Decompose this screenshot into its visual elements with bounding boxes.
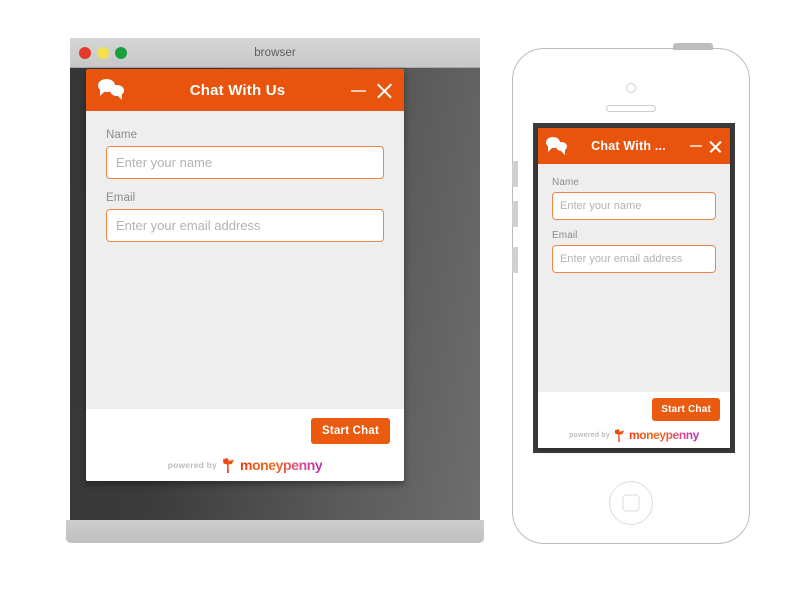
name-field-group: Name	[552, 177, 716, 220]
phone-earpiece-speaker	[606, 105, 656, 112]
phone-power-button[interactable]	[673, 43, 713, 50]
email-input[interactable]	[552, 245, 716, 273]
close-window-button[interactable]	[79, 47, 91, 59]
name-input[interactable]	[552, 192, 716, 220]
moneypenny-bird-logo-icon	[614, 428, 625, 442]
close-icon[interactable]	[375, 81, 394, 100]
chat-form-body-mobile: Name Email	[538, 164, 730, 392]
name-field-label: Name	[106, 129, 138, 141]
minimize-window-button[interactable]	[97, 47, 109, 59]
window-traffic-lights	[79, 47, 127, 59]
powered-by-label: powered by	[167, 460, 217, 470]
phone-silent-switch[interactable]	[512, 161, 518, 187]
browser-window-title: browser	[254, 46, 296, 59]
email-field-group: Email	[552, 230, 716, 273]
chat-footer-desktop: Start Chat powered by moneypenny	[86, 409, 404, 481]
browser-base-bar	[66, 520, 484, 543]
email-input[interactable]	[106, 209, 384, 242]
chat-title-mobile: Chat With ...	[591, 139, 666, 153]
chat-footer-mobile: Start Chat powered by moneypenny	[538, 392, 730, 448]
moneypenny-bird-logo-icon	[222, 457, 235, 473]
chat-bubbles-icon	[546, 137, 567, 155]
email-field-label: Email	[106, 192, 136, 204]
minimize-icon[interactable]	[690, 137, 702, 155]
phone-screen: Chat With ... Name Email	[533, 123, 735, 453]
powered-by-label: powered by	[569, 431, 610, 439]
minimize-icon[interactable]	[351, 81, 366, 99]
name-input[interactable]	[106, 146, 384, 179]
phone-home-button[interactable]	[609, 481, 653, 525]
name-field-group: Name	[106, 129, 384, 179]
chat-header-desktop: Chat With Us	[86, 69, 404, 111]
chat-header-controls-mobile	[690, 137, 723, 155]
moneypenny-wordmark: moneypenny	[628, 428, 699, 442]
moneypenny-wordmark: moneypenny	[239, 457, 323, 473]
close-icon[interactable]	[708, 138, 723, 154]
phone-body: Chat With ... Name Email	[512, 43, 750, 544]
phone-volume-up-button[interactable]	[512, 201, 518, 227]
zoom-window-button[interactable]	[115, 47, 127, 59]
phone-device-mockup: Chat With ... Name Email	[504, 43, 750, 544]
chat-bubbles-icon	[98, 79, 124, 101]
chat-header-controls-desktop	[351, 81, 394, 100]
start-chat-button[interactable]: Start Chat	[311, 418, 390, 444]
chat-widget-mobile: Chat With ... Name Email	[538, 128, 730, 448]
email-field-label: Email	[552, 230, 578, 241]
name-field-label: Name	[552, 177, 580, 188]
email-field-group: Email	[106, 192, 384, 242]
moneypenny-branding-mobile: powered by moneypenny	[538, 428, 730, 442]
moneypenny-branding-desktop: powered by moneypenny	[86, 457, 404, 473]
chat-header-mobile: Chat With ...	[538, 128, 730, 164]
chat-title-desktop: Chat With Us	[189, 81, 286, 99]
chat-form-body-desktop: Name Email	[86, 111, 404, 409]
start-chat-button[interactable]: Start Chat	[652, 398, 720, 421]
phone-front-camera-icon	[626, 83, 636, 93]
browser-titlebar: browser	[70, 38, 480, 68]
chat-widget-desktop: Chat With Us Name Email Start Chat power…	[86, 69, 404, 481]
screenshot-canvas: browser Chat With Us Name Email	[0, 0, 800, 600]
phone-volume-down-button[interactable]	[512, 247, 518, 273]
